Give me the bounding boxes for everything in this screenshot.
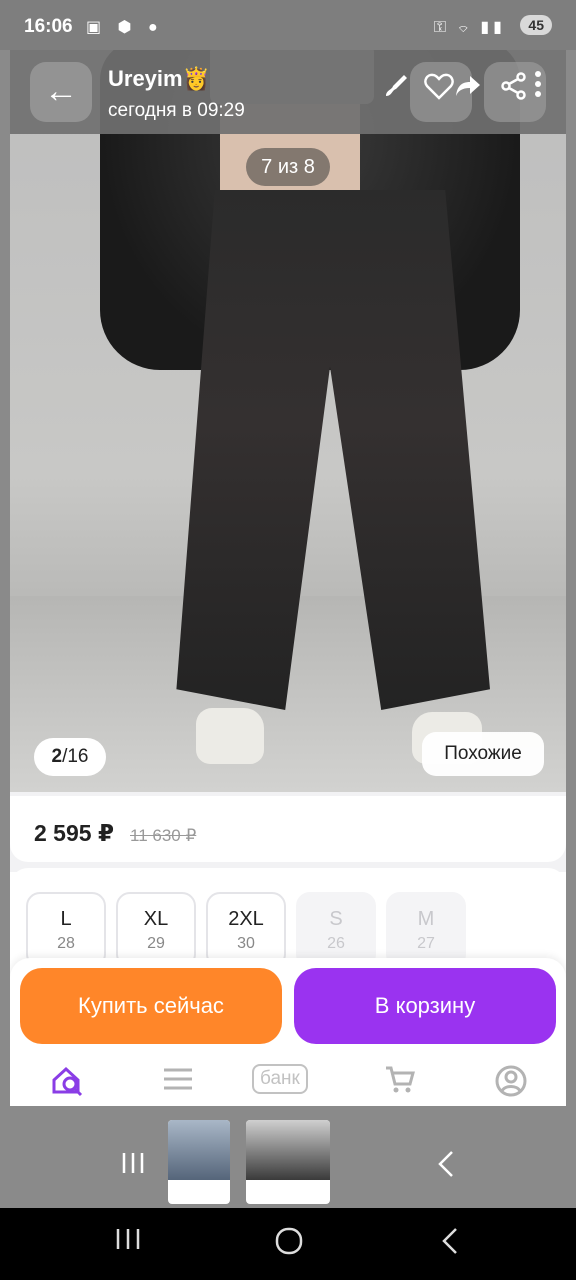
size-label: M	[417, 908, 435, 930]
bank-tab[interactable]: банк	[252, 1064, 308, 1094]
system-home-icon[interactable]	[274, 1226, 304, 1264]
recent-thumbnail[interactable]	[168, 1120, 230, 1204]
size-number: 28	[57, 935, 75, 952]
heart-icon	[424, 72, 454, 107]
similar-button[interactable]: Похожие	[422, 732, 544, 776]
brush-icon[interactable]	[382, 72, 410, 107]
gallery-page-indicator: 2/16	[34, 738, 106, 776]
seller-name[interactable]: Ureyim👸	[108, 66, 210, 92]
recent-apps-strip	[0, 1106, 576, 1208]
size-option-xl[interactable]: XL 29	[116, 892, 196, 968]
price-card: 2 595 ₽ 11 630 ₽	[10, 796, 566, 862]
chat-header: ← Ureyim👸 сегодня в 09:29	[10, 50, 566, 134]
catalog-menu-icon[interactable]	[162, 1064, 194, 1101]
photo-counter: 7 из 8	[246, 148, 330, 186]
back-chevron-icon[interactable]	[436, 1150, 456, 1185]
size-option-s[interactable]: S 26	[296, 892, 376, 968]
size-selector: L 28 XL 29 2XL 30 S 26 M 27	[10, 868, 566, 968]
notification-icons: ▣ ⬢ ●	[86, 19, 164, 36]
recent-thumbnail[interactable]	[246, 1120, 330, 1204]
more-menu-icon[interactable]	[534, 68, 542, 107]
size-label: XL	[143, 908, 169, 930]
battery-indicator: 45	[520, 15, 552, 35]
system-recents-icon[interactable]	[114, 1226, 142, 1260]
size-number: 30	[237, 935, 255, 952]
old-price: 11 630 ₽	[130, 826, 197, 845]
add-to-cart-button[interactable]: В корзину	[294, 968, 556, 1044]
home-search-icon[interactable]	[50, 1064, 84, 1105]
size-option-l[interactable]: L 28	[26, 892, 106, 968]
recents-icon[interactable]	[120, 1150, 146, 1182]
app-screen: ← Ureyim👸 сегодня в 09:29 7 из 8 2/16 По…	[10, 0, 566, 1106]
cart-icon[interactable]	[384, 1064, 416, 1101]
system-navigation-bar	[0, 1208, 576, 1280]
size-number: 26	[327, 935, 345, 952]
screen-frame: ← Ureyim👸 сегодня в 09:29 7 из 8 2/16 По…	[0, 0, 576, 1208]
current-price: 2 595 ₽	[34, 820, 114, 846]
back-button[interactable]: ←	[30, 62, 92, 122]
size-label: L	[60, 908, 72, 930]
status-bar: 16:06 ▣ ⬢ ● ⚿ ⌔ ▮▮ 45	[0, 0, 576, 50]
thumbnail-image	[168, 1120, 230, 1180]
size-label: 2XL	[228, 908, 264, 930]
photo-shoe-left	[196, 708, 264, 764]
share-icon	[500, 72, 528, 107]
size-option-m[interactable]: M 27	[386, 892, 466, 968]
back-icon: ←	[44, 72, 78, 110]
page-total: /16	[62, 746, 89, 767]
bottom-navigation: банк	[10, 1058, 566, 1106]
thumbnail-image	[246, 1120, 330, 1180]
seller-timestamp: сегодня в 09:29	[108, 100, 245, 121]
signal-wifi-icons: ⚿ ⌔ ▮▮	[433, 19, 506, 36]
size-option-2xl[interactable]: 2XL 30	[206, 892, 286, 968]
buy-now-button[interactable]: Купить сейчас	[20, 968, 282, 1044]
forward-icon[interactable]	[454, 72, 482, 107]
system-back-icon[interactable]	[440, 1226, 460, 1264]
size-number: 29	[147, 935, 165, 952]
size-number: 27	[417, 935, 435, 952]
page-current: 2	[51, 746, 63, 767]
action-bar: Купить сейчас В корзину	[10, 958, 566, 1058]
size-label: S	[329, 908, 343, 930]
price-section: 2 595 ₽ 11 630 ₽	[10, 792, 566, 872]
status-time: 16:06	[24, 16, 73, 37]
profile-icon[interactable]	[494, 1064, 528, 1105]
